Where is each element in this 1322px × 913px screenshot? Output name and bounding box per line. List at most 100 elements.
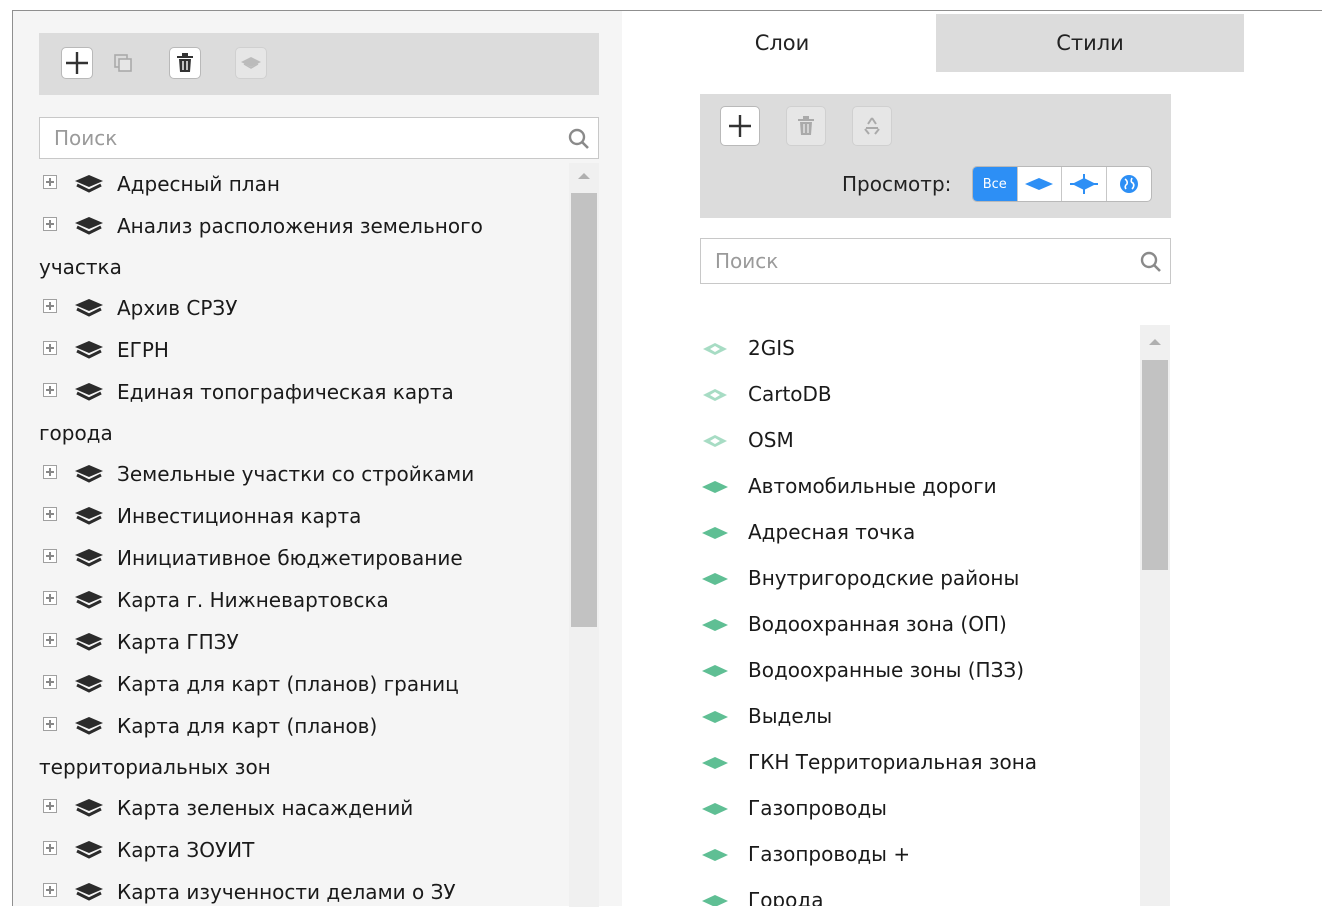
layers-icon (75, 883, 103, 901)
layer-label: Города (748, 888, 824, 906)
tab-styles[interactable]: Стили (936, 14, 1244, 72)
layer-list-item[interactable]: Выделы (700, 693, 1140, 739)
add-layer-button[interactable] (720, 106, 760, 146)
tree-item-label: Карта ГПЗУ (117, 630, 239, 654)
layer-list-item[interactable]: CartoDB (700, 371, 1140, 417)
expand-icon[interactable] (43, 383, 57, 397)
recycle-icon (864, 117, 880, 135)
expand-icon[interactable] (43, 507, 57, 521)
expand-icon[interactable] (43, 217, 57, 231)
tree-item[interactable]: Карта для карт (планов) территориальных з… (39, 705, 569, 787)
layer-list-item[interactable]: Водоохранная зона (ОП) (700, 601, 1140, 647)
scroll-thumb[interactable] (1142, 360, 1168, 570)
group-search-field[interactable] (39, 117, 599, 159)
expand-icon[interactable] (43, 883, 57, 897)
tree-item-icons (39, 297, 117, 317)
expand-icon[interactable] (43, 175, 57, 189)
tree-item-icons (39, 839, 117, 859)
expand-icon[interactable] (43, 465, 57, 479)
scroll-thumb[interactable] (571, 193, 597, 627)
tree-item-icons (39, 215, 117, 235)
recycle-layer-button[interactable] (852, 106, 892, 146)
layer-groups-panel: Адресный план Анализ расположения земельн… (12, 10, 622, 907)
expand-icon[interactable] (43, 299, 57, 313)
view-polygon-button[interactable] (1018, 167, 1062, 201)
expand-icon[interactable] (43, 591, 57, 605)
expand-icon[interactable] (43, 633, 57, 647)
tree-item-label: Единая топографическая карта (117, 380, 454, 404)
right-scrollbar[interactable] (1140, 325, 1170, 906)
copy-group-button[interactable] (107, 47, 139, 79)
layer-label: ГКН Территориальная зона (748, 750, 1038, 774)
tree-item-label: Карта для карт (планов) (117, 714, 378, 738)
line-layer-icon (1069, 174, 1098, 194)
layer-list-item[interactable]: OSM (700, 417, 1140, 463)
layer-label: OSM (748, 428, 794, 452)
add-group-button[interactable] (61, 47, 93, 79)
vector-layer-icon (700, 890, 748, 906)
view-line-button[interactable] (1062, 167, 1107, 201)
tab-layers[interactable]: Слои (628, 14, 936, 72)
tree-item[interactable]: Карта изученности делами о ЗУ (39, 871, 569, 913)
tree-item-label: Карта ЗОУИТ (117, 838, 255, 862)
trash-icon (798, 116, 814, 135)
layer-list-item[interactable]: Внутригородские районы (700, 555, 1140, 601)
group-layers-button[interactable] (235, 47, 267, 79)
layer-list-item[interactable]: Адресная точка (700, 509, 1140, 555)
layer-list-item[interactable]: Водоохранные зоны (ПЗЗ) (700, 647, 1140, 693)
scroll-up-arrow[interactable] (1149, 339, 1161, 345)
globe-icon (1119, 175, 1138, 193)
layer-list: 2GIS CartoDB OSM Автомобильные дороги Адресн… (700, 325, 1140, 906)
delete-group-button[interactable] (169, 47, 201, 79)
layer-list-item[interactable]: Города (700, 877, 1140, 906)
left-scrollbar[interactable] (569, 163, 599, 907)
vector-layer-icon (700, 706, 748, 726)
tree-item[interactable]: Карта ГПЗУ (39, 621, 569, 663)
tree-item-icons (39, 631, 117, 651)
layer-label: Водоохранная зона (ОП) (748, 612, 1007, 636)
vector-layer-icon (700, 614, 748, 634)
search-icon[interactable] (1140, 251, 1162, 273)
tree-item-label: Инициативное бюджетирование (117, 546, 463, 570)
tree-item[interactable]: Карта зеленых насаждений (39, 787, 569, 829)
search-icon[interactable] (568, 128, 590, 150)
tree-item-icons (39, 797, 117, 817)
layer-search-input[interactable] (701, 239, 1170, 283)
layer-list-item[interactable]: 2GIS (700, 325, 1140, 371)
expand-icon[interactable] (43, 799, 57, 813)
tree-item[interactable]: Инвестиционная карта (39, 495, 569, 537)
view-all-button[interactable]: Все (973, 167, 1018, 201)
tree-item[interactable]: Инициативное бюджетирование (39, 537, 569, 579)
scroll-up-arrow[interactable] (578, 173, 590, 179)
expand-icon[interactable] (43, 341, 57, 355)
expand-icon[interactable] (43, 675, 57, 689)
group-search-input[interactable] (40, 118, 598, 158)
tree-item[interactable]: Единая топографическая карта города (39, 371, 569, 453)
tree-item[interactable]: ЕГРН (39, 329, 569, 371)
tree-item-icons (39, 505, 117, 525)
tree-item-label: Карта зеленых насаждений (117, 796, 414, 820)
delete-layer-button[interactable] (786, 106, 826, 146)
tree-item[interactable]: Карта г. Нижневартовска (39, 579, 569, 621)
view-globe-button[interactable] (1107, 167, 1151, 201)
tree-item[interactable]: Адресный план (39, 163, 569, 205)
expand-icon[interactable] (43, 549, 57, 563)
expand-icon[interactable] (43, 717, 57, 731)
expand-icon[interactable] (43, 841, 57, 855)
layer-list-item[interactable]: Газопроводы + (700, 831, 1140, 877)
tree-item[interactable]: Анализ расположения земельного участка (39, 205, 569, 287)
layers-icon (75, 217, 103, 235)
tree-item[interactable]: Земельные участки со стройками (39, 453, 569, 495)
layers-icon (75, 675, 103, 693)
vector-layer-icon (700, 476, 748, 496)
tree-item[interactable]: Архив СРЗУ (39, 287, 569, 329)
layers-icon (75, 465, 103, 483)
tree-item[interactable]: Карта ЗОУИТ (39, 829, 569, 871)
layer-list-item[interactable]: Газопроводы (700, 785, 1140, 831)
tree-item-icons (39, 673, 117, 693)
layer-search-field[interactable] (700, 238, 1171, 284)
tree-item[interactable]: Карта для карт (планов) границ (39, 663, 569, 705)
layer-list-item[interactable]: ГКН Территориальная зона (700, 739, 1140, 785)
polygon-layer-icon (1025, 178, 1054, 190)
layer-list-item[interactable]: Автомобильные дороги (700, 463, 1140, 509)
